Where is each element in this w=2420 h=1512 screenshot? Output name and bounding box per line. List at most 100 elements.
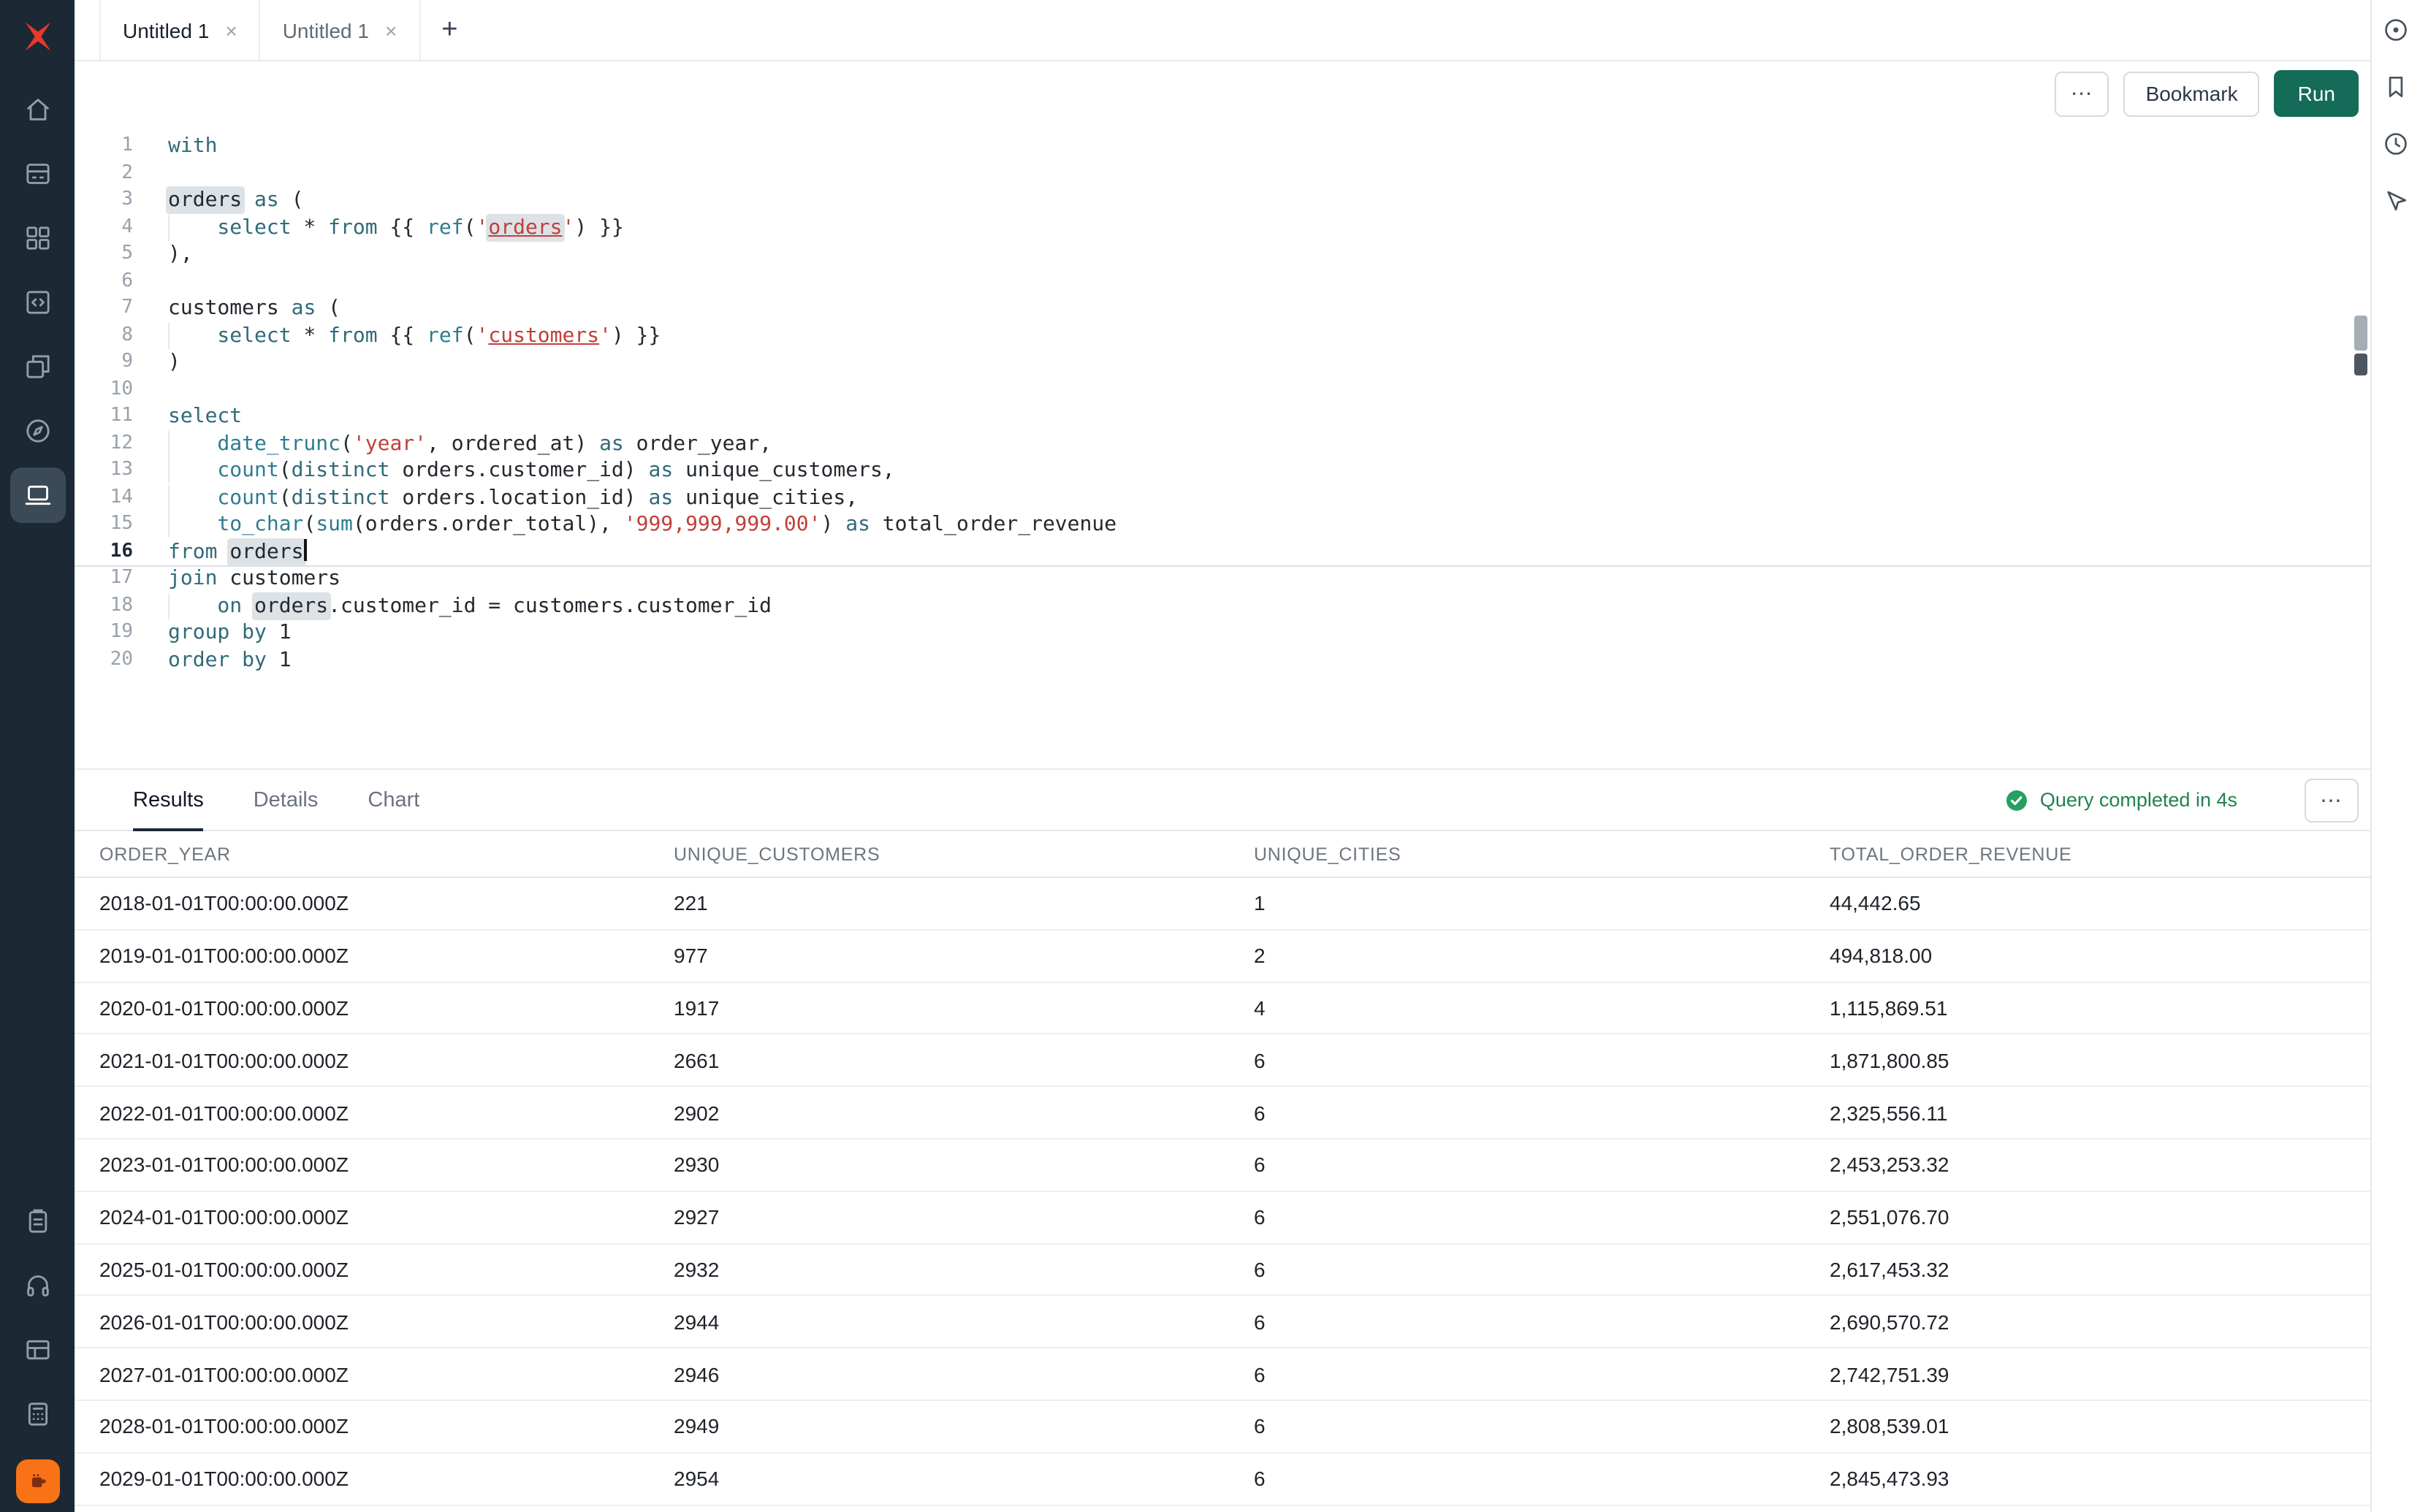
table-cell: 1,871,800.85 (1830, 1049, 2370, 1072)
code-text: with (168, 133, 217, 160)
calculator-icon[interactable] (9, 1386, 65, 1442)
table-row[interactable]: 2021-01-01T00:00:00.000Z266161,871,800.8… (75, 1035, 2370, 1088)
code-token: ) }} (574, 215, 623, 239)
headphones-icon[interactable] (9, 1258, 65, 1313)
tab-details[interactable]: Details (254, 770, 319, 830)
line-number: 2 (75, 160, 133, 187)
table-cell: 4 (1254, 996, 1830, 1020)
user-avatar[interactable] (15, 1459, 59, 1503)
table-row[interactable]: 2030-01-01T00:00:00.000Z287961,841,049.3… (75, 1505, 2370, 1512)
run-button[interactable]: Run (2275, 70, 2359, 117)
code-text: join customers (168, 565, 340, 592)
table-cell: 2019-01-01T00:00:00.000Z (99, 944, 674, 967)
bookmark-button[interactable]: Bookmark (2124, 71, 2260, 116)
table-cell: 2028-01-01T00:00:00.000Z (99, 1415, 674, 1438)
table-cell: 2024-01-01T00:00:00.000Z (99, 1205, 674, 1229)
code-token: ) (168, 351, 180, 374)
code-token: select (217, 324, 291, 347)
close-icon[interactable]: × (225, 20, 237, 40)
code-line[interactable]: 16from orders (75, 538, 2370, 565)
vault-icon[interactable] (9, 146, 65, 202)
code-line[interactable]: 14count(distinct orders.location_id) as … (75, 484, 2370, 511)
code-line[interactable]: 7customers as ( (75, 295, 2370, 322)
table-cell: 2949 (674, 1415, 1254, 1438)
code-line[interactable]: 4select * from {{ ref('orders') }} (75, 214, 2370, 241)
table-cell: 44,442.65 (1830, 892, 2370, 915)
tab-label: Untitled 1 (283, 18, 369, 42)
tab-results[interactable]: Results (133, 770, 204, 830)
table-cell: 6 (1254, 1205, 1830, 1229)
table-cell: 6 (1254, 1362, 1830, 1386)
table-row[interactable]: 2026-01-01T00:00:00.000Z294462,690,570.7… (75, 1297, 2370, 1349)
code-line[interactable]: 10 (75, 376, 2370, 403)
target-icon[interactable] (2380, 13, 2412, 45)
table-icon[interactable] (9, 1322, 65, 1378)
code-line[interactable]: 13count(distinct orders.customer_id) as … (75, 457, 2370, 484)
clipboard-icon[interactable] (9, 1194, 65, 1249)
table-row[interactable]: 2028-01-01T00:00:00.000Z294962,808,539.0… (75, 1401, 2370, 1454)
code-line[interactable]: 15to_char(sum(orders.order_total), '999,… (75, 511, 2370, 538)
table-row[interactable]: 2020-01-01T00:00:00.000Z191741,115,869.5… (75, 982, 2370, 1035)
sql-editor[interactable]: 1 with 23orders as (4select * from {{ ref(… (75, 126, 2370, 768)
code-line[interactable]: 1 with (75, 133, 2370, 160)
table-row[interactable]: 2018-01-01T00:00:00.000Z221144,442.65 (75, 878, 2370, 931)
code-line[interactable]: 20order by 1 (75, 646, 2370, 673)
table-row[interactable]: 2024-01-01T00:00:00.000Z292762,551,076.7… (75, 1192, 2370, 1245)
code-line[interactable]: 11select (75, 403, 2370, 430)
close-icon[interactable]: × (385, 20, 397, 40)
code-line[interactable]: 3orders as ( (75, 187, 2370, 214)
windows-icon[interactable] (9, 339, 65, 394)
line-number: 1 (75, 133, 133, 160)
tab-untitled-1[interactable]: Untitled 1 × (99, 0, 261, 60)
grid-icon[interactable] (9, 210, 65, 266)
code-line[interactable]: 12date_trunc('year', ordered_at) as orde… (75, 430, 2370, 457)
bookmark-icon[interactable] (2380, 70, 2412, 102)
code-token (242, 594, 254, 617)
column-header[interactable]: UNIQUE_CUSTOMERS (674, 844, 1254, 864)
code-line[interactable]: 9) (75, 349, 2370, 376)
line-number: 20 (75, 646, 133, 673)
new-tab-button[interactable]: + (420, 0, 479, 60)
home-icon[interactable] (9, 82, 65, 137)
pointer-icon[interactable] (2380, 184, 2412, 216)
code-line[interactable]: 8select * from {{ ref('customers') }} (75, 322, 2370, 349)
app-logo-icon[interactable] (15, 15, 59, 58)
code-token: ( (340, 432, 353, 455)
line-number: 14 (75, 484, 133, 511)
code-line[interactable]: 18on orders.customer_id = customers.cust… (75, 592, 2370, 619)
table-row[interactable]: 2029-01-01T00:00:00.000Z295462,845,473.9… (75, 1454, 2370, 1506)
code-line[interactable]: 2 (75, 160, 2370, 187)
code-token: as (599, 432, 624, 455)
line-number: 3 (75, 187, 133, 214)
code-token: orders.customer_id) (389, 459, 648, 482)
code-token: ( (279, 459, 292, 482)
tab-untitled-2[interactable]: Untitled 1 × (261, 0, 421, 60)
results-more-button[interactable]: ⋯ (2305, 778, 2359, 822)
code-box-icon[interactable] (9, 275, 65, 330)
editor-scrollbar-thumb[interactable] (2354, 316, 2367, 351)
table-cell: 6 (1254, 1049, 1830, 1072)
code-line[interactable]: 5), (75, 241, 2370, 268)
column-header[interactable]: UNIQUE_CITIES (1254, 844, 1830, 864)
table-row[interactable]: 2023-01-01T00:00:00.000Z293062,453,253.3… (75, 1139, 2370, 1192)
compass-icon[interactable] (9, 403, 65, 459)
code-line[interactable]: 19group by 1 (75, 619, 2370, 646)
table-row[interactable]: 2019-01-01T00:00:00.000Z9772494,818.00 (75, 931, 2370, 983)
more-options-button[interactable]: ⋯ (2055, 71, 2109, 116)
table-cell: 2023-01-01T00:00:00.000Z (99, 1153, 674, 1177)
line-number: 16 (75, 538, 133, 565)
code-line[interactable]: 6 (75, 268, 2370, 295)
code-token: ( (303, 513, 316, 536)
code-token: ) (821, 513, 846, 536)
table-header: ORDER_YEARUNIQUE_CUSTOMERSUNIQUE_CITIEST… (75, 831, 2370, 878)
table-row[interactable]: 2022-01-01T00:00:00.000Z290262,325,556.1… (75, 1087, 2370, 1139)
history-icon[interactable] (2380, 127, 2412, 159)
table-row[interactable]: 2027-01-01T00:00:00.000Z294662,742,751.3… (75, 1348, 2370, 1401)
table-row[interactable]: 2025-01-01T00:00:00.000Z293262,617,453.3… (75, 1244, 2370, 1297)
column-header[interactable]: ORDER_YEAR (99, 844, 674, 864)
code-line[interactable]: 17join customers (75, 565, 2370, 592)
tab-chart[interactable]: Chart (368, 770, 419, 830)
column-header[interactable]: TOTAL_ORDER_REVENUE (1830, 844, 2370, 864)
terminal-icon[interactable] (9, 467, 65, 523)
table-cell: 2946 (674, 1362, 1254, 1386)
